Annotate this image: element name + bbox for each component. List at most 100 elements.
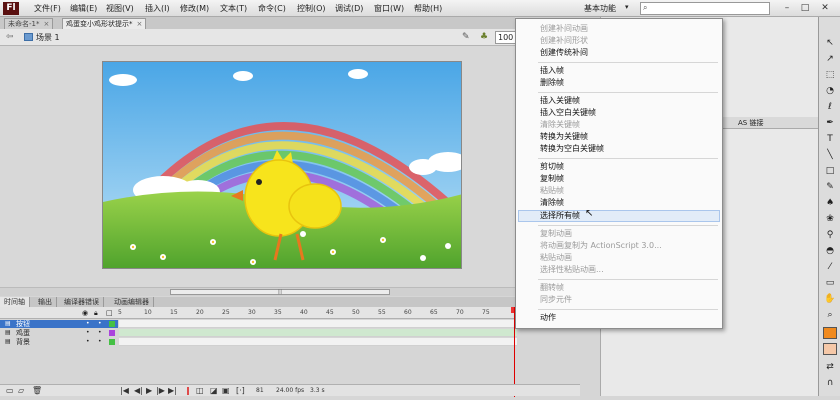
- 3d-rotation-tool-icon[interactable]: ◔: [823, 85, 837, 97]
- menu-item-copy-motion-as-as3[interactable]: 将动画复制为 ActionScript 3.0...: [540, 240, 662, 252]
- layer-row[interactable]: 按钮 ▤ • •: [0, 320, 580, 328]
- lasso-tool-icon[interactable]: ℓ: [823, 101, 837, 113]
- layer-frames[interactable]: [119, 338, 517, 346]
- tab-timeline[interactable]: 时间轴: [0, 297, 30, 307]
- scrollbar-thumb[interactable]: |||: [170, 289, 390, 295]
- minimize-button[interactable]: –: [780, 2, 794, 14]
- center-frame-icon[interactable]: ‖: [186, 386, 190, 395]
- menu-help[interactable]: 帮助(H): [414, 3, 442, 14]
- chevron-down-icon[interactable]: ▾: [625, 3, 629, 11]
- new-folder-icon[interactable]: ▱: [18, 386, 24, 395]
- tab-motion-editor[interactable]: 动画编辑器: [110, 297, 154, 307]
- snap-magnet-icon[interactable]: ∩: [823, 377, 837, 389]
- selection-tool-icon[interactable]: ↖: [823, 37, 837, 49]
- as-linkage-label[interactable]: AS 链接: [738, 118, 763, 128]
- menu-item-paste-motion-special[interactable]: 选择性粘贴动画...: [540, 264, 604, 276]
- tab-untitled-1[interactable]: 未命名-1* ×: [4, 18, 54, 29]
- visibility-dot[interactable]: •: [86, 338, 90, 346]
- layer-row[interactable]: 背景 ▤ • •: [0, 338, 580, 346]
- menu-item-create-shape-tween[interactable]: 创建补间形状: [540, 35, 588, 47]
- new-layer-icon[interactable]: ▭: [6, 386, 14, 395]
- pen-tool-icon[interactable]: ✒: [823, 117, 837, 129]
- menu-item-create-classic-tween[interactable]: 创建传统补间: [540, 47, 588, 59]
- menu-item-paste-motion[interactable]: 粘贴动画: [540, 252, 572, 264]
- bone-tool-icon[interactable]: ⚲: [823, 229, 837, 241]
- menu-item-paste-frames[interactable]: 粘贴帧: [540, 185, 564, 197]
- help-search-input[interactable]: ⌕: [640, 2, 770, 15]
- tab-egg-to-chick[interactable]: 鸡蛋变小鸡形状提示* ×: [62, 18, 147, 29]
- menu-commands[interactable]: 命令(C): [258, 3, 286, 14]
- eraser-icon[interactable]: ▭: [823, 277, 837, 289]
- menu-item-cut-frames[interactable]: 剪切帧: [540, 161, 564, 173]
- outline-icon[interactable]: □: [106, 309, 113, 317]
- back-arrow-icon[interactable]: ⇦: [6, 32, 14, 42]
- layer-row[interactable]: 鸡蛋 ▤ • •: [0, 329, 580, 337]
- menu-item-select-all-frames[interactable]: 选择所有帧: [540, 210, 580, 222]
- delete-layer-icon[interactable]: 🗑︎: [32, 386, 42, 395]
- maximize-button[interactable]: □: [798, 2, 812, 14]
- stage-canvas[interactable]: [102, 61, 462, 269]
- menu-item-copy-frames[interactable]: 复制帧: [540, 173, 564, 185]
- fill-color-swatch[interactable]: [823, 343, 837, 355]
- lock-dot[interactable]: •: [98, 320, 102, 328]
- menu-item-convert-to-blank-keyframes[interactable]: 转换为空白关键帧: [540, 143, 604, 155]
- stage-horizontal-scrollbar[interactable]: |||: [0, 287, 515, 296]
- zoom-tool-icon[interactable]: ⌕: [823, 309, 837, 321]
- close-window-button[interactable]: ✕: [818, 2, 832, 14]
- free-transform-tool-icon[interactable]: ⬚: [823, 69, 837, 81]
- menu-item-synchronize-symbols[interactable]: 同步元件: [540, 294, 572, 306]
- menu-item-actions[interactable]: 动作: [540, 312, 556, 324]
- layer-frames[interactable]: [119, 329, 517, 337]
- menu-insert[interactable]: 插入(I): [145, 3, 170, 14]
- last-frame-icon[interactable]: ▶|: [168, 386, 177, 395]
- close-tab-icon[interactable]: ×: [43, 20, 49, 28]
- layer-color-swatch[interactable]: [109, 321, 115, 327]
- menu-control[interactable]: 控制(O): [297, 3, 326, 14]
- play-icon[interactable]: ▶: [146, 386, 152, 395]
- lock-dot[interactable]: •: [98, 338, 102, 346]
- onion-skin-icon[interactable]: ◫: [196, 386, 204, 395]
- first-frame-icon[interactable]: |◀: [120, 386, 129, 395]
- hand-tool-icon[interactable]: ✋: [823, 293, 837, 305]
- tab-output[interactable]: 输出: [34, 297, 57, 307]
- zoom-field[interactable]: 100: [495, 31, 517, 44]
- menu-item-clear-keyframe[interactable]: 清除关键帧: [540, 119, 580, 131]
- menu-item-remove-frames[interactable]: 删除帧: [540, 77, 564, 89]
- modify-markers-icon[interactable]: [·]: [236, 386, 245, 395]
- menu-modify[interactable]: 修改(M): [180, 3, 209, 14]
- menu-item-reverse-frames[interactable]: 翻转帧: [540, 282, 564, 294]
- visibility-dot[interactable]: •: [86, 320, 90, 328]
- close-tab-icon[interactable]: ×: [137, 20, 143, 28]
- menu-item-convert-to-keyframes[interactable]: 转换为关键帧: [540, 131, 588, 143]
- lock-dot[interactable]: •: [98, 329, 102, 337]
- menu-view[interactable]: 视图(V): [106, 3, 134, 14]
- line-tool-icon[interactable]: ╲: [823, 149, 837, 161]
- rectangle-tool-icon[interactable]: □: [823, 165, 837, 177]
- edit-multiple-frames-icon[interactable]: ▣: [222, 386, 230, 395]
- menu-window[interactable]: 窗口(W): [374, 3, 404, 14]
- menu-item-insert-keyframe[interactable]: 插入关键帧: [540, 95, 580, 107]
- onion-outline-icon[interactable]: ◪: [210, 386, 218, 395]
- subselection-tool-icon[interactable]: ↗: [823, 53, 837, 65]
- lock-icon[interactable]: 🔒︎: [94, 309, 98, 318]
- menu-item-create-motion-tween[interactable]: 创建补间动画: [540, 23, 588, 35]
- menu-debug[interactable]: 调试(D): [335, 3, 363, 14]
- paint-bucket-icon[interactable]: ◓: [823, 245, 837, 257]
- workspace-switcher[interactable]: 基本功能: [584, 3, 616, 14]
- pencil-tool-icon[interactable]: ✎: [823, 181, 837, 193]
- eyedropper-icon[interactable]: ⁄: [823, 261, 837, 273]
- visibility-dot[interactable]: •: [86, 329, 90, 337]
- menu-item-clear-frames[interactable]: 清除帧: [540, 197, 564, 209]
- menu-item-insert-blank-keyframe[interactable]: 插入空白关键帧: [540, 107, 596, 119]
- frame-rate[interactable]: 24.00 fps: [276, 387, 304, 394]
- edit-scene-icon[interactable]: ♣: [480, 32, 488, 42]
- menu-text[interactable]: 文本(T): [220, 3, 247, 14]
- deco-tool-icon[interactable]: ❀: [823, 213, 837, 225]
- menu-item-copy-motion[interactable]: 复制动画: [540, 228, 572, 240]
- swap-colors-icon[interactable]: ⇄: [823, 361, 837, 373]
- layer-frames[interactable]: [119, 320, 517, 328]
- menu-item-insert-frame[interactable]: 插入帧: [540, 65, 564, 77]
- layer-color-swatch[interactable]: [109, 339, 115, 345]
- step-forward-icon[interactable]: |▶: [156, 386, 165, 395]
- current-frame[interactable]: 81: [256, 387, 264, 394]
